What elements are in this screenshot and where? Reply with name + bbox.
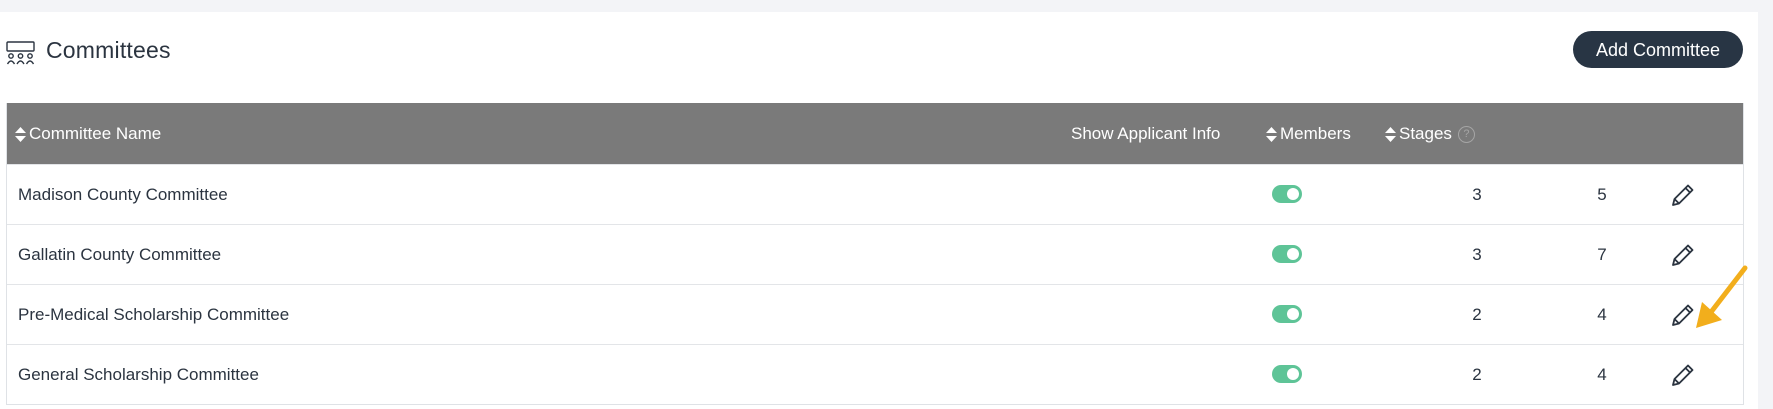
add-committee-button[interactable]: Add Committee <box>1573 31 1743 68</box>
show-applicant-info-toggle[interactable] <box>1272 365 1302 383</box>
members-count: 2 <box>1472 305 1482 324</box>
committee-name: Pre-Medical Scholarship Committee <box>18 305 290 324</box>
members-count: 2 <box>1472 365 1482 384</box>
committee-name: General Scholarship Committee <box>18 365 259 384</box>
committees-card: Committees Add Committee Committee Name … <box>0 12 1758 409</box>
members-count: 3 <box>1472 245 1482 264</box>
committee-name: Gallatin County Committee <box>18 245 222 264</box>
pencil-icon[interactable] <box>1669 181 1697 209</box>
table-header: Committee Name Show Applicant Info Membe… <box>7 103 1743 164</box>
column-header-stages[interactable]: Stages? <box>1385 103 1475 164</box>
page-header: Committees Add Committee <box>0 12 1758 92</box>
committee-icon <box>6 41 35 65</box>
stages-count: 7 <box>1597 245 1607 264</box>
column-header-show-applicant-info: Show Applicant Info <box>1071 103 1220 164</box>
stages-count: 5 <box>1597 185 1607 204</box>
column-header-members[interactable]: Members <box>1266 103 1351 164</box>
column-label-committee-name: Committee Name <box>29 124 162 143</box>
stages-count: 4 <box>1597 305 1607 324</box>
show-applicant-info-toggle[interactable] <box>1272 185 1302 203</box>
show-applicant-info-toggle[interactable] <box>1272 245 1302 263</box>
arrow-icon <box>1696 265 1748 328</box>
table-row: Gallatin County Committee 3 7 <box>7 224 1743 284</box>
page-title: Committees <box>46 37 171 63</box>
sort-icon <box>1385 127 1396 143</box>
column-header-committee-name[interactable]: Committee Name <box>15 103 161 164</box>
members-count: 3 <box>1472 185 1482 204</box>
table-row: Madison County Committee 3 5 <box>7 164 1743 224</box>
table-row: Pre-Medical Scholarship Committee 2 4 <box>7 284 1743 344</box>
pencil-icon[interactable] <box>1669 361 1697 389</box>
column-label-stages: Stages <box>1399 124 1452 143</box>
committees-table: Committee Name Show Applicant Info Membe… <box>6 103 1744 405</box>
table-row: General Scholarship Committee 2 4 <box>7 344 1743 404</box>
show-applicant-info-toggle[interactable] <box>1272 305 1302 323</box>
sort-icon <box>1266 127 1277 143</box>
column-label-members: Members <box>1280 124 1351 143</box>
stages-count: 4 <box>1597 365 1607 384</box>
committee-name: Madison County Committee <box>18 185 228 204</box>
column-label-show-applicant-info: Show Applicant Info <box>1071 124 1221 143</box>
help-icon[interactable]: ? <box>1457 126 1475 144</box>
sort-icon <box>15 127 26 143</box>
